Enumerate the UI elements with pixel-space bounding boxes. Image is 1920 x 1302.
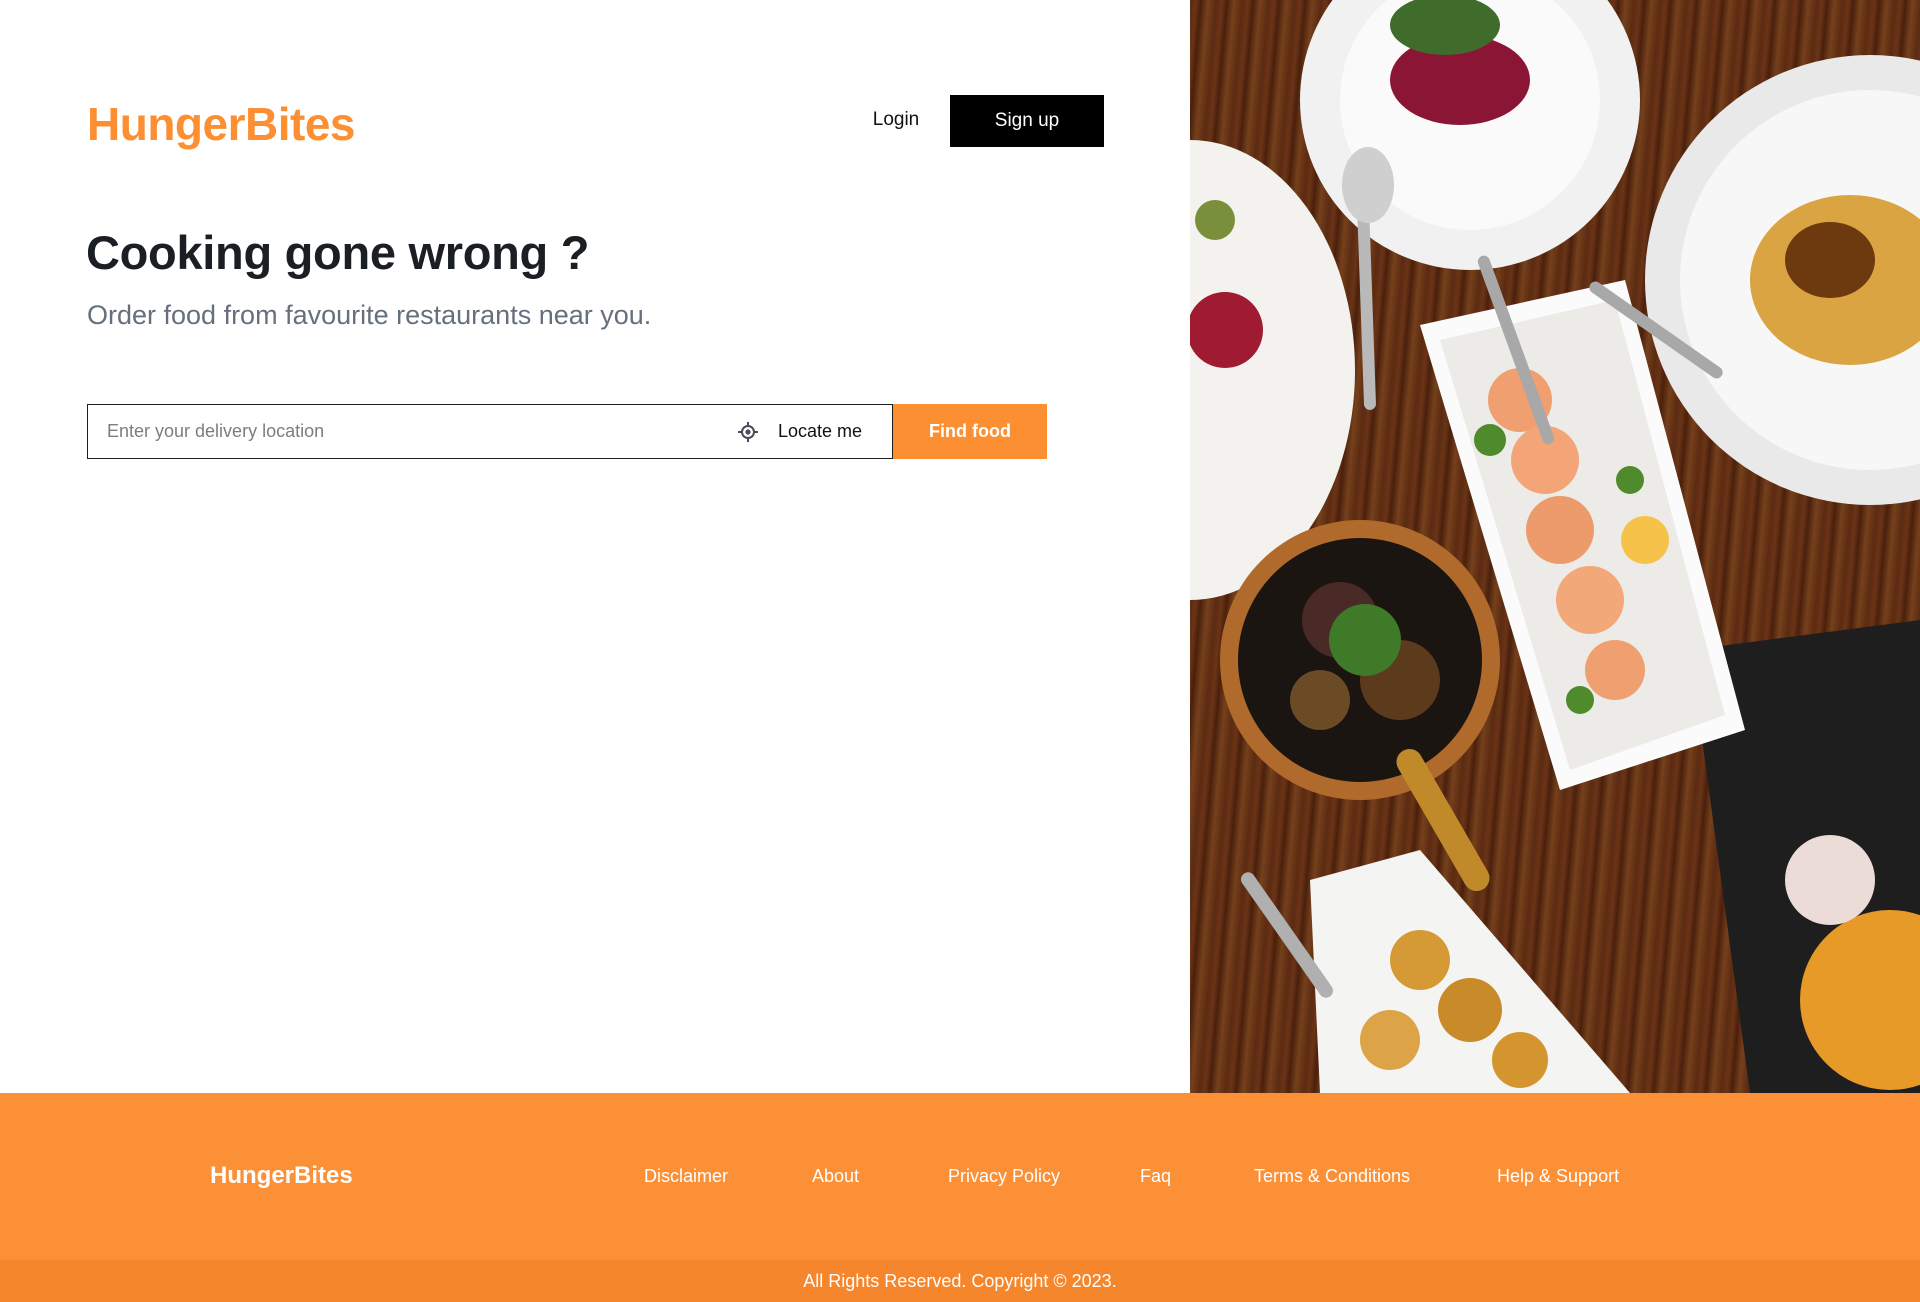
footer-link-privacy-policy[interactable]: Privacy Policy bbox=[948, 1166, 1060, 1187]
hero-section: HungerBites Login Sign up Cooking gone w… bbox=[0, 0, 1190, 1093]
hero-subheadline: Order food from favourite restaurants ne… bbox=[87, 300, 652, 330]
signup-button[interactable]: Sign up bbox=[950, 95, 1104, 147]
crosshair-icon bbox=[737, 421, 759, 443]
footer-link-faq[interactable]: Faq bbox=[1140, 1166, 1171, 1187]
footer-link-disclaimer[interactable]: Disclaimer bbox=[644, 1166, 728, 1187]
copyright-text: All Rights Reserved. Copyright © 2023. bbox=[803, 1271, 1117, 1291]
brand-logo[interactable]: HungerBites bbox=[87, 97, 355, 151]
copyright-bar: All Rights Reserved. Copyright © 2023. bbox=[0, 1260, 1920, 1302]
login-link[interactable]: Login bbox=[850, 94, 942, 146]
footer-brand[interactable]: HungerBites bbox=[210, 1162, 353, 1190]
food-table-photo bbox=[1190, 0, 1920, 1093]
hero-headline: Cooking gone wrong ? bbox=[86, 226, 590, 279]
delivery-location-input[interactable] bbox=[88, 405, 727, 458]
locate-me-button[interactable]: Locate me bbox=[727, 405, 892, 458]
locate-me-label: Locate me bbox=[777, 421, 862, 441]
footer-link-terms-conditions[interactable]: Terms & Conditions bbox=[1254, 1166, 1410, 1187]
location-search-bar: Locate me bbox=[87, 404, 893, 459]
page: HungerBites Login Sign up Cooking gone w… bbox=[0, 0, 1920, 1302]
find-food-button[interactable]: Find food bbox=[893, 404, 1047, 459]
footer-link-about[interactable]: About bbox=[812, 1166, 859, 1187]
footer-link-help-support[interactable]: Help & Support bbox=[1497, 1166, 1619, 1187]
hero-food-image bbox=[1190, 0, 1920, 1093]
footer: HungerBites Disclaimer About Privacy Pol… bbox=[0, 1093, 1920, 1260]
